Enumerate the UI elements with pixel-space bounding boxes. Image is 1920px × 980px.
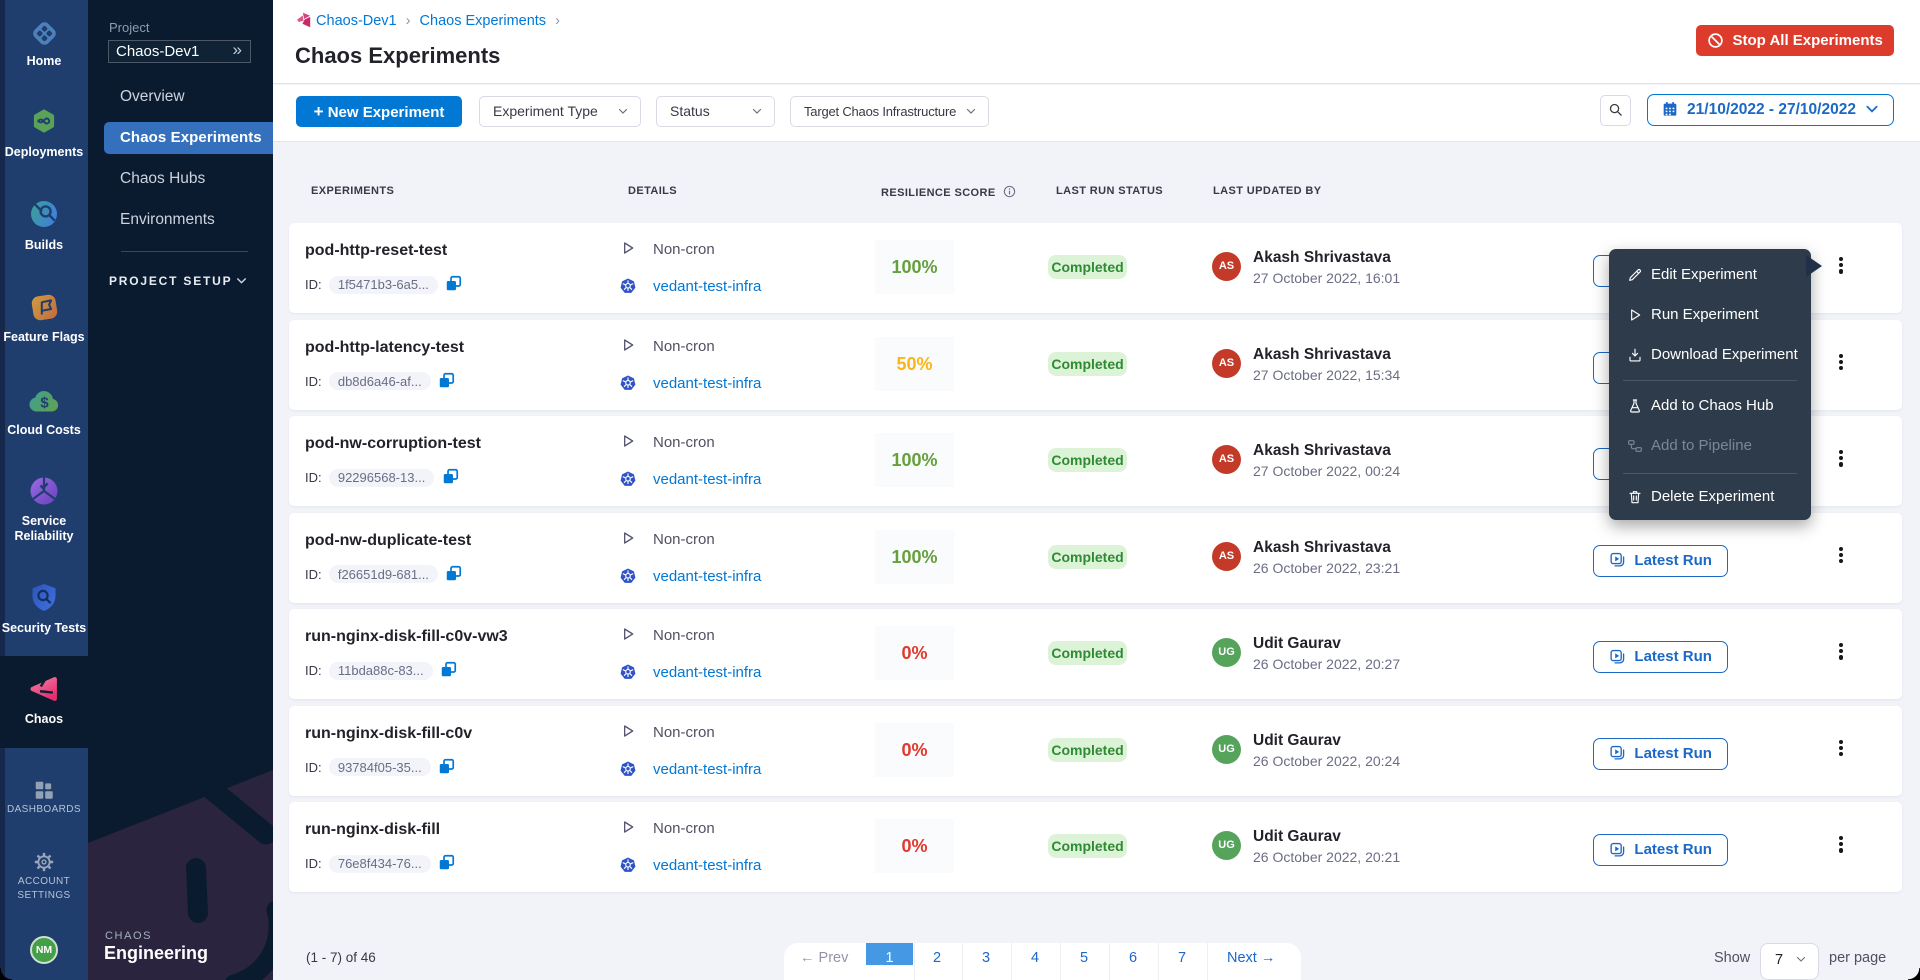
svg-text:$: $ <box>40 395 49 412</box>
